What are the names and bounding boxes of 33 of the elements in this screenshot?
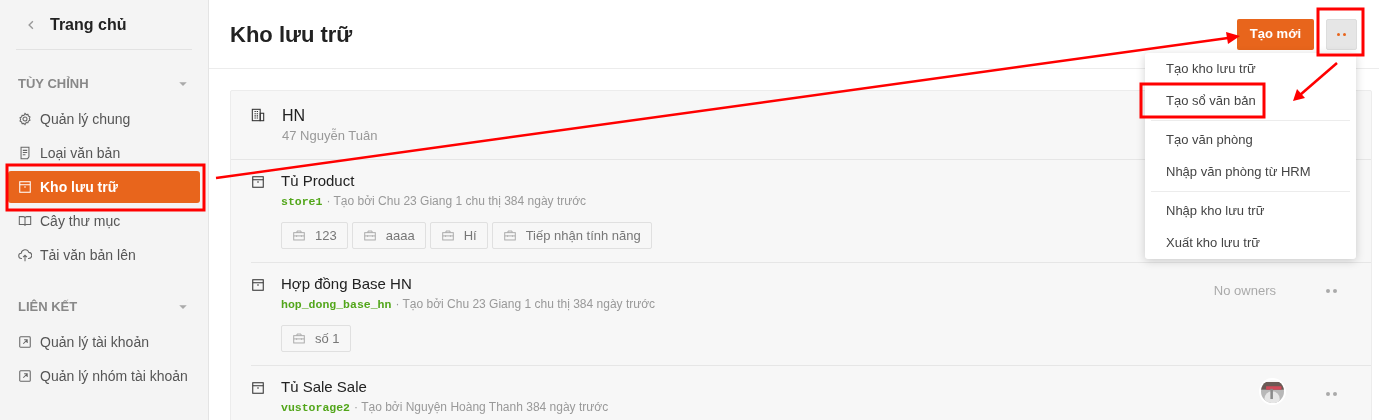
section-heading: LIÊN KẾT [18,298,78,317]
book-tag[interactable]: aaaa [351,222,426,249]
sidebar-item[interactable]: Cây thư mục [8,205,200,237]
book-tag[interactable]: Hí [429,222,488,249]
office-address: 47 Nguyễn Tuân [282,127,378,145]
menu-item[interactable]: Xuất kho lưu trữ [1145,227,1356,259]
sidebar-item[interactable]: Quản lý tài khoản [8,326,200,358]
storage-code: hop_dong_base_hn [281,297,392,313]
sidebar-item[interactable]: Quản lý chung [8,103,200,135]
book-tag[interactable]: Tiếp nhận tính năng [491,222,652,249]
storage-title: Tủ Product [281,171,355,191]
page-title: Kho lưu trữ [230,20,354,49]
storage-title: Tủ Sale Sale [281,377,367,397]
menu-item[interactable]: Nhập văn phòng từ HRM [1145,156,1356,188]
storage-title: Hợp đồng Base HN [281,274,412,294]
storage-meta: · Tạo bởi Chu 23 Giang 1 chu thị 384 ngày trước [326,193,587,210]
storage-meta: · Tạo bởi Nguyện Hoàng Thanh 384 ngày trước [354,399,609,416]
book-tag[interactable]: 123 [281,222,348,249]
menu-item[interactable]: Tạo kho lưu trữ [1145,53,1356,85]
office-name: HN [282,106,307,126]
sidebar-item[interactable]: Tải văn bản lên [8,239,200,271]
owners-label: No owners [1213,282,1276,300]
storage-meta: · Tạo bởi Chu 23 Giang 1 chu thị 384 ngày trước [395,296,656,313]
book-tag[interactable]: số 1 [281,325,351,352]
back-link[interactable]: Trang chủ [16,0,192,50]
sidebar-item[interactable]: Loại văn bản [8,137,200,169]
menu-item[interactable]: Tạo văn phòng [1145,124,1356,156]
menu-item[interactable]: Tạo sổ văn bản [1145,85,1356,117]
menu-item[interactable]: Nhập kho lưu trữ [1145,195,1356,227]
section-heading: TÙY CHỈNH [18,75,89,94]
storage-code: vustorage2 [281,400,350,416]
storage-code: store1 [281,194,323,210]
sidebar-item[interactable]: Quản lý nhóm tài khoản [8,360,200,392]
